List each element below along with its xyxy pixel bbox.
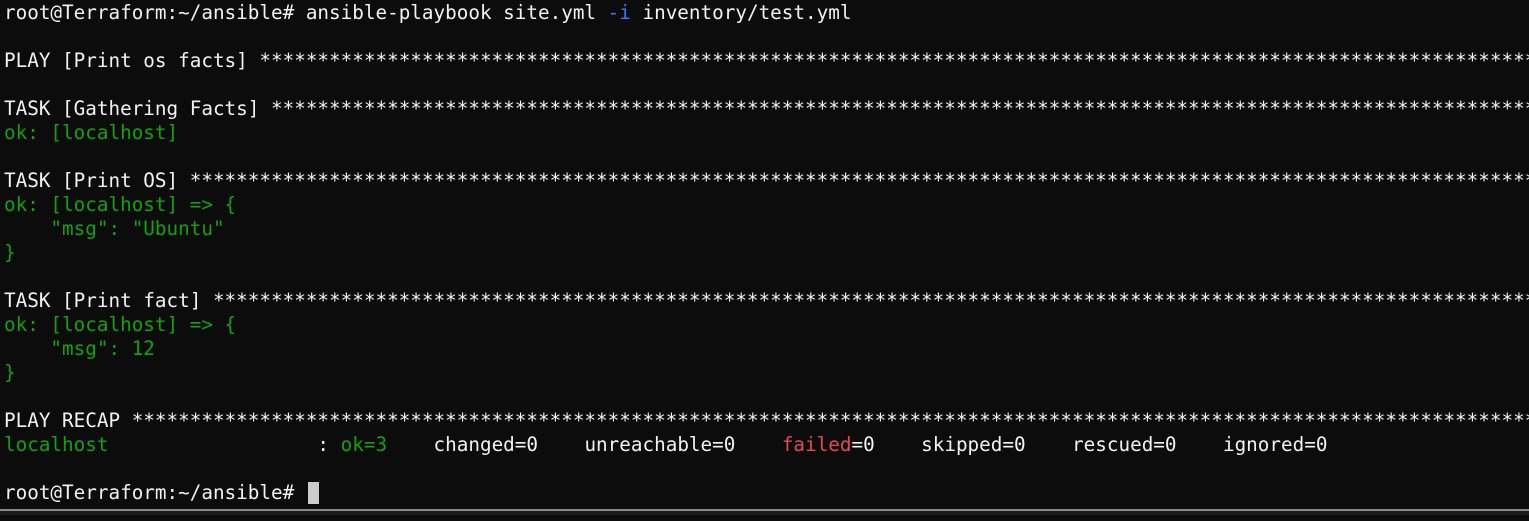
recap-failed-label: failed [781, 433, 852, 456]
recap-failed-value: =0 [851, 433, 875, 456]
recap-row: localhost : ok=3 changed=0 unreachable=0… [0, 433, 1529, 457]
task-msg: "msg": 12 [4, 337, 155, 360]
recap-unreachable: unreachable=0 [584, 433, 736, 456]
task-close: } [4, 361, 16, 384]
command-flag: -i [607, 1, 631, 24]
recap-ok: ok=3 [340, 433, 388, 456]
recap-rescued: rescued=0 [1072, 433, 1177, 456]
recap-ignored: ignored=0 [1222, 433, 1328, 456]
play-header: PLAY [Print os facts] ******************… [0, 49, 1529, 73]
task-header: TASK [Print fact] **********************… [0, 289, 1529, 313]
task-header-text: TASK [Print OS] [4, 169, 190, 192]
separator-stars: ****************************************… [271, 97, 1529, 120]
terminal-window[interactable]: root@Terraform:~/ansible# ansible-playbo… [0, 0, 1529, 515]
task-close: } [4, 241, 16, 264]
recap-header-text: PLAY RECAP [4, 409, 132, 432]
prompt: root@Terraform:~/ansible# [4, 1, 295, 24]
task-header-text: TASK [Print fact] [4, 289, 213, 312]
task-msg: "msg": "Ubuntu" [4, 217, 225, 240]
task-result: ok: [localhost] => { [4, 313, 237, 336]
separator-stars: ****************************************… [259, 49, 1529, 72]
task-header: TASK [Print OS] ************************… [0, 169, 1529, 193]
recap-header: PLAY RECAP *****************************… [0, 409, 1529, 433]
command-program: ansible-playbook [305, 1, 492, 24]
play-header-text: PLAY [Print os facts] [4, 49, 260, 72]
task-header: TASK [Gathering Facts] *****************… [0, 97, 1529, 121]
recap-separator: : [108, 433, 341, 456]
final-prompt: root@Terraform:~/ansible# [4, 481, 306, 504]
recap-skipped: skipped=0 [921, 433, 1026, 456]
separator-stars: ****************************************… [189, 169, 1529, 192]
command-file: site.yml [503, 1, 597, 24]
task-header-text: TASK [Gathering Facts] [4, 97, 271, 120]
recap-changed: changed=0 [433, 433, 539, 456]
text-cursor [307, 482, 319, 504]
final-prompt-line[interactable]: root@Terraform:~/ansible# [0, 481, 1529, 505]
separator-stars: ****************************************… [131, 409, 1529, 432]
task-result: ok: [localhost] [4, 121, 179, 144]
scrollbar-track[interactable] [0, 509, 1529, 515]
separator-stars: ****************************************… [212, 289, 1529, 312]
command-inventory: inventory/test.yml [642, 1, 852, 24]
recap-host: localhost [4, 433, 109, 456]
task-result: ok: [localhost] => { [4, 193, 237, 216]
command-line: root@Terraform:~/ansible# ansible-playbo… [0, 1, 1529, 25]
